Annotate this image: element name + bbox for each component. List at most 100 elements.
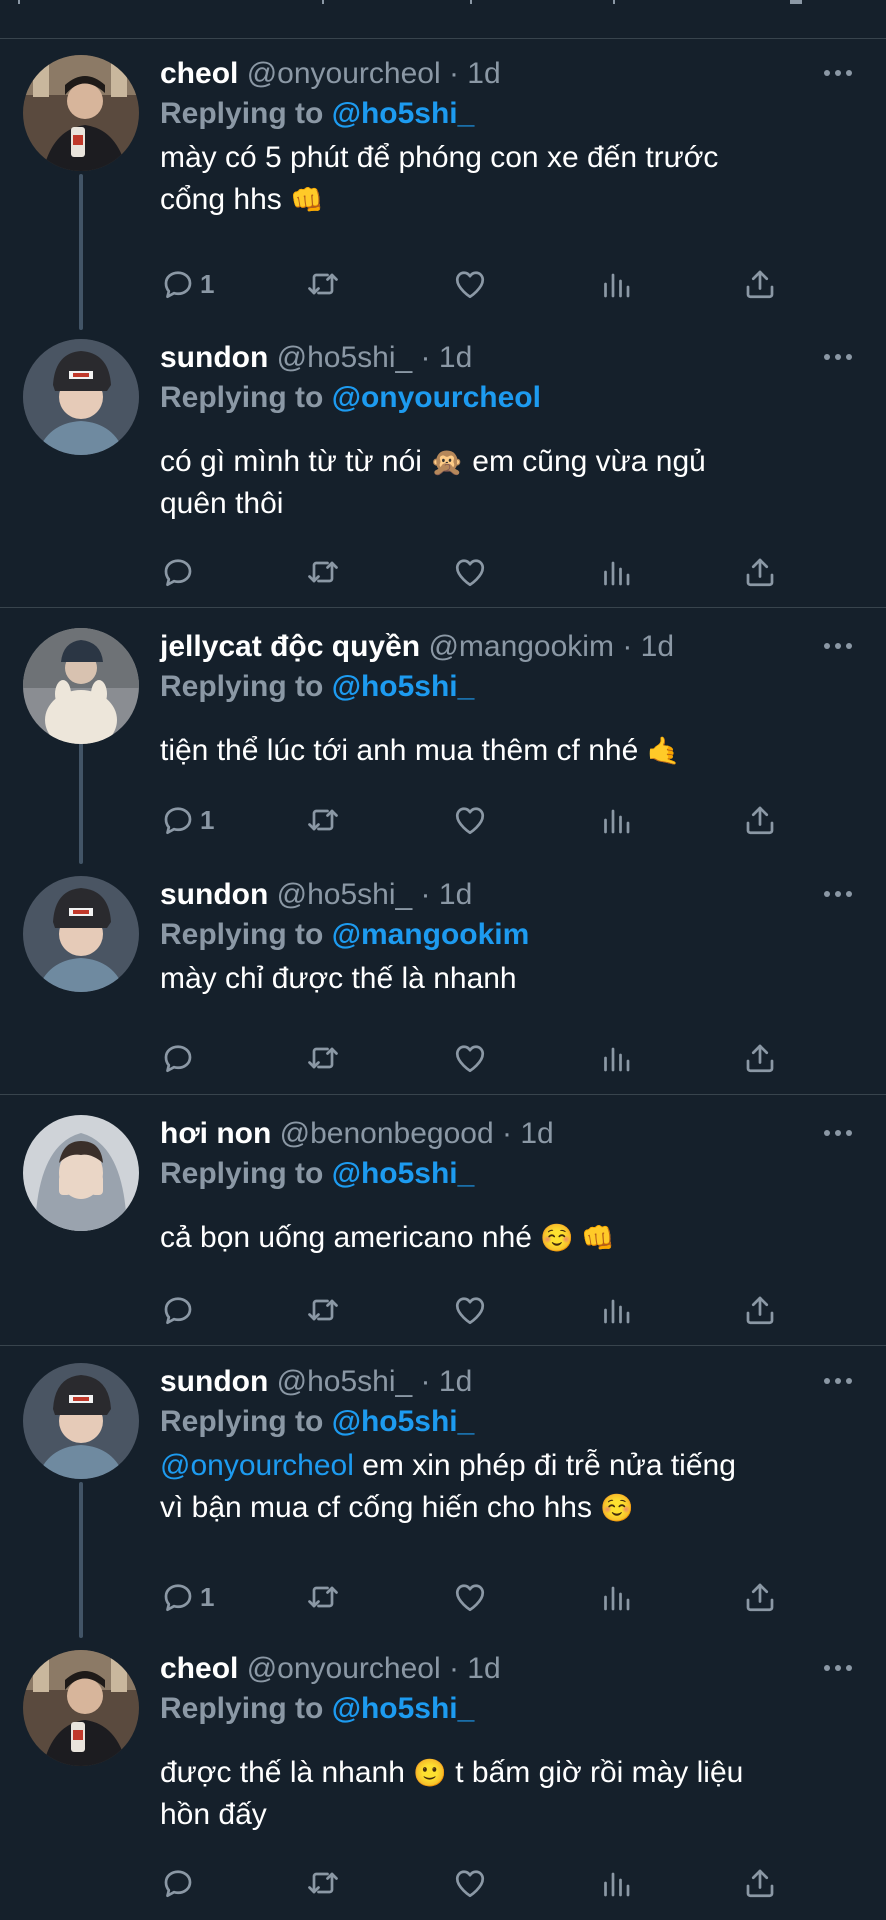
replying-to: Replying to @mangookim [160,916,529,954]
share-icon[interactable] [742,552,778,592]
share-icon[interactable] [742,264,778,304]
avatar[interactable] [23,339,139,455]
reply-icon[interactable]: 1 [160,1577,214,1617]
avatar[interactable] [23,1363,139,1479]
analytics-icon[interactable] [598,264,634,304]
avatar[interactable] [23,628,139,744]
tweet-text-segment: tiện thể lúc tới anh mua thêm cf nhé [160,734,639,767]
reply-to-mention[interactable]: @onyourcheol [332,381,541,414]
share-icon[interactable] [742,1290,778,1330]
tweet-text: được thế là nhanh 🙂 t bấm giờ rồi mày li… [160,1752,846,1836]
analytics-icon[interactable] [598,1863,634,1903]
tweet-text-segment: có gì mình từ từ nói [160,445,422,478]
user-handle[interactable]: @onyourcheol [247,57,441,90]
timestamp[interactable]: 1d [467,57,500,90]
analytics-icon[interactable] [598,552,634,592]
timestamp[interactable]: 1d [467,1652,500,1685]
display-name[interactable]: sundon [160,1365,268,1398]
display-name[interactable]: sundon [160,341,268,374]
like-icon[interactable] [452,1290,488,1330]
user-handle[interactable]: @ho5shi_ [277,878,413,911]
retweet-icon[interactable] [305,552,341,592]
share-icon[interactable] [742,1038,778,1078]
timestamp[interactable]: 1d [641,630,674,663]
retweet-icon[interactable] [305,1038,341,1078]
display-name[interactable]: hơi non [160,1117,271,1150]
share-icon[interactable] [742,1863,778,1903]
more-icon[interactable] [824,1665,852,1671]
like-icon[interactable] [452,552,488,592]
analytics-icon[interactable] [598,1038,634,1078]
like-icon[interactable] [452,264,488,304]
share-icon[interactable] [742,800,778,840]
tweet-text: mày có 5 phút để phóng con xe đến trước … [160,137,846,221]
retweet-icon[interactable] [305,800,341,840]
share-icon[interactable] [742,1577,778,1617]
like-icon[interactable] [452,1038,488,1078]
like-icon[interactable] [452,1577,488,1617]
separator: · [448,57,459,90]
user-handle[interactable]: @ho5shi_ [277,1365,413,1398]
avatar[interactable] [23,876,139,992]
like-icon[interactable] [452,800,488,840]
reply-to-mention[interactable]: @mangookim [332,918,530,951]
tweet-header: sundon @ho5shi_ · 1d [160,876,846,914]
reply-icon[interactable] [160,552,200,592]
reply-to-mention[interactable]: @ho5shi_ [332,1692,475,1725]
replying-to-label: Replying to [160,1692,324,1725]
more-icon[interactable] [824,891,852,897]
tweet-actions [0,552,886,592]
user-handle[interactable]: @onyourcheol [247,1652,441,1685]
reply-to-mention[interactable]: @ho5shi_ [332,1157,475,1190]
tweet-text-segment: em xin phép đi trễ nửa tiếng [362,1449,736,1482]
replying-to-label: Replying to [160,918,324,951]
more-icon[interactable] [824,643,852,649]
reply-icon[interactable]: 1 [160,264,214,304]
display-name[interactable]: cheol [160,1652,238,1685]
tweet-text-line: mày có 5 phút để phóng con xe đến trước [160,141,719,174]
user-handle[interactable]: @benonbegood [280,1117,494,1150]
tweet-actions [0,1038,886,1078]
user-handle[interactable]: @ho5shi_ [277,341,413,374]
avatar[interactable] [23,55,139,171]
timestamp[interactable]: 1d [439,878,472,911]
reply-icon[interactable] [160,1290,200,1330]
reply-icon[interactable] [160,1038,200,1078]
avatar[interactable] [23,1650,139,1766]
emoji: ☺️ 👊 [540,1223,616,1253]
retweet-icon[interactable] [305,1863,341,1903]
reply-icon[interactable] [160,1863,200,1903]
display-name[interactable]: sundon [160,878,268,911]
more-icon[interactable] [824,1130,852,1136]
replying-to-label: Replying to [160,381,324,414]
more-icon[interactable] [824,354,852,360]
retweet-icon[interactable] [305,1290,341,1330]
separator: · [420,1365,431,1398]
replying-to: Replying to @ho5shi_ [160,95,474,133]
display-name[interactable]: jellycat độc quyền [160,630,420,663]
more-icon[interactable] [824,1378,852,1384]
tweet-text-line: hồn đấy [160,1798,267,1831]
tweet-text: @onyourcheol em xin phép đi trễ nửa tiến… [160,1445,846,1529]
reply-to-mention[interactable]: @ho5shi_ [332,97,475,130]
more-icon[interactable] [824,70,852,76]
emoji: ☺️ [600,1493,634,1523]
reply-to-mention[interactable]: @ho5shi_ [332,1405,475,1438]
retweet-icon[interactable] [305,1577,341,1617]
reply-to-mention[interactable]: @ho5shi_ [332,670,475,703]
timestamp[interactable]: 1d [520,1117,553,1150]
analytics-icon[interactable] [598,800,634,840]
timestamp[interactable]: 1d [439,1365,472,1398]
user-handle[interactable]: @mangookim [428,630,614,663]
like-icon[interactable] [452,1863,488,1903]
reply-icon[interactable]: 1 [160,800,214,840]
analytics-icon[interactable] [598,1577,634,1617]
timestamp[interactable]: 1d [439,341,472,374]
avatar[interactable] [23,1115,139,1231]
retweet-icon[interactable] [305,264,341,304]
text-mention[interactable]: @onyourcheol [160,1449,354,1482]
tweet-header: jellycat độc quyền @mangookim · 1d [160,628,846,666]
analytics-icon[interactable] [598,1290,634,1330]
separator: · [448,1652,459,1685]
display-name[interactable]: cheol [160,57,238,90]
